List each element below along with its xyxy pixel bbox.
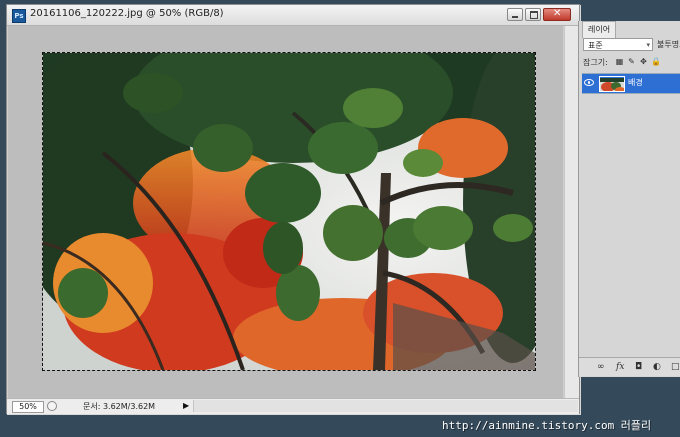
layers-panel-footer: ∞ fx ◘ ◐ □ [579,357,680,376]
status-menu-arrow-icon[interactable]: ▶ [183,401,189,410]
maximize-button[interactable] [525,8,541,21]
lock-label: 잠그기: [583,58,608,67]
watermark-text: http://ainmine.tistory.com 러플리 [442,419,652,432]
vertical-scrollbar[interactable] [564,26,579,398]
layers-panel: 레이어 표준 ▾ 불투명도 잠그기: ▦ ✎ ✥ 🔒 배경 ∞ fx ◘ ◐ □ [578,21,680,377]
layer-row-background[interactable]: 배경 [582,73,680,94]
layer-name[interactable]: 배경 [628,77,643,88]
lock-pixels-icon[interactable]: ✎ [627,57,636,66]
document-window: Ps 20161106_120222.jpg @ 50% (RGB/8) ✕ 5… [6,4,580,414]
minimize-button[interactable] [507,8,523,21]
lock-all-icon[interactable]: 🔒 [651,57,661,66]
status-bar: 50% 문서: 3.62M/3.62M ▶ [7,398,579,414]
add-mask-icon[interactable]: ◘ [635,362,642,372]
horizontal-scrollbar[interactable] [193,400,578,412]
opacity-label: 불투명도 [657,40,680,49]
eye-icon[interactable] [584,79,594,86]
document-title: 20161106_120222.jpg @ 50% (RGB/8) [30,8,224,19]
document-size-info: 문서: 3.62M/3.62M [83,402,156,411]
link-layers-icon[interactable]: ∞ [597,362,605,372]
close-button[interactable]: ✕ [543,8,571,21]
new-group-icon[interactable]: □ [671,362,680,372]
canvas-image[interactable] [42,52,536,371]
blend-mode-select[interactable]: 표준 ▾ [583,38,653,51]
maximize-icon [530,11,538,19]
lock-transparency-icon[interactable]: ▦ [615,57,624,66]
lock-position-icon[interactable]: ✥ [639,57,648,66]
canvas-area[interactable] [8,26,563,398]
blend-mode-value: 표준 [588,41,603,50]
photoshop-app-icon: Ps [12,9,26,23]
adjustment-layer-icon[interactable]: ◐ [653,362,661,372]
autumn-photo [43,53,535,370]
layer-thumbnail [599,76,625,92]
close-icon: ✕ [553,8,562,19]
status-info-icon[interactable] [47,401,57,411]
zoom-level-field[interactable]: 50% [12,401,44,413]
minimize-icon [512,16,518,18]
document-title-bar[interactable]: Ps 20161106_120222.jpg @ 50% (RGB/8) ✕ [7,5,579,26]
chevron-down-icon: ▾ [646,41,650,49]
layer-style-fx-icon[interactable]: fx [616,362,624,372]
tab-layers[interactable]: 레이어 [582,21,617,38]
